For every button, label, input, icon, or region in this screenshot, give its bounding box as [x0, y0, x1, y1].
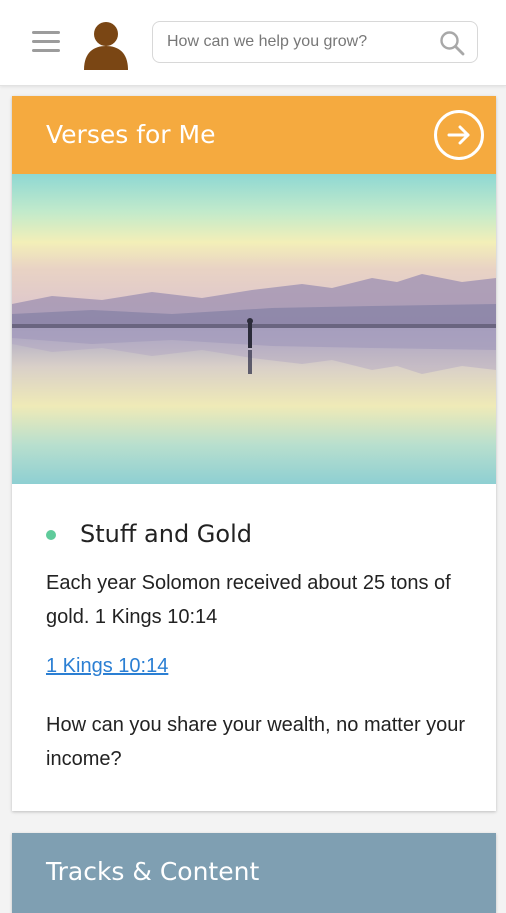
- search-icon[interactable]: [439, 30, 465, 56]
- verses-card-title: Verses for Me: [46, 120, 216, 149]
- verses-card-header: Verses for Me: [12, 96, 496, 174]
- verse-title: Stuff and Gold: [80, 520, 252, 548]
- search-input[interactable]: [167, 22, 427, 62]
- hero-landscape-image: [12, 174, 496, 484]
- tracks-content-card[interactable]: Tracks & Content: [12, 833, 496, 913]
- verse-reference-link[interactable]: 1 Kings 10:14: [46, 655, 168, 678]
- hamburger-menu-icon[interactable]: [32, 31, 60, 53]
- arrow-right-circle-icon[interactable]: [434, 110, 484, 160]
- verse-status-dot: [46, 530, 56, 540]
- user-avatar-icon[interactable]: [82, 20, 130, 70]
- tracks-content-title: Tracks & Content: [46, 857, 260, 886]
- search-box[interactable]: [152, 21, 478, 63]
- verses-card: Verses for Me Stuff and Gold Each year S…: [12, 96, 496, 811]
- reflection-question: How can you share your wealth, no matter…: [46, 714, 466, 770]
- top-app-bar: [0, 0, 506, 86]
- verse-text: Each year Solomon received about 25 tons…: [46, 572, 451, 628]
